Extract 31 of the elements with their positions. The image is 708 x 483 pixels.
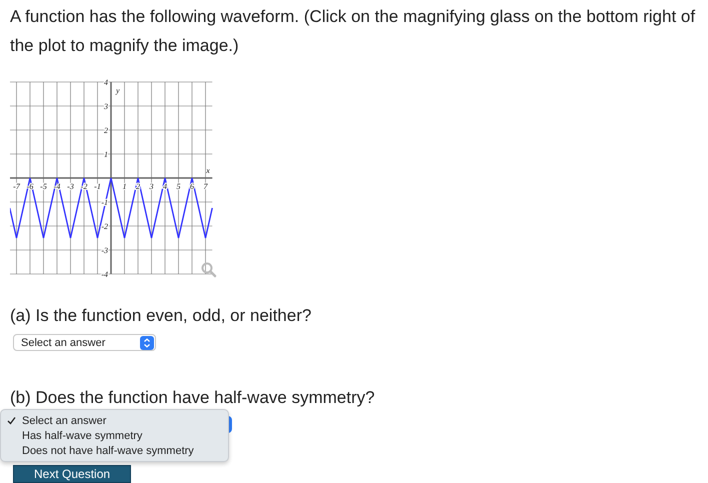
- question-text: A function has the following waveform. (Click on the magnifying glass on the bottom right of the plot to magnify the image.): [10, 6, 696, 57]
- question-label: (b) Does the function have half-wave symmetry?: [10, 388, 376, 408]
- x-tick-label: -3: [67, 182, 74, 191]
- x-tick-label: -6: [26, 182, 34, 191]
- next-question-button[interactable]: Next Question: [13, 465, 132, 483]
- x-tick-label: 1: [122, 182, 126, 191]
- x-tick-label: 6: [190, 182, 194, 191]
- y-tick-label: 1: [104, 150, 108, 159]
- y-tick-label: 2: [104, 126, 108, 135]
- x-tick-label: -1: [94, 182, 101, 191]
- y-tick-label: -2: [101, 222, 108, 231]
- dropdown-option[interactable]: Has half-wave symmetry: [1, 428, 228, 443]
- y-tick-label: -4: [101, 270, 108, 279]
- x-tick-label: -5: [40, 182, 47, 191]
- dropdown-option[interactable]: Does not have half-wave symmetry: [1, 443, 228, 458]
- answer-select[interactable]: Select an answer: [13, 334, 156, 351]
- x-tick-label: 2: [136, 182, 140, 191]
- y-axis-label: y: [116, 86, 120, 95]
- x-tick-label: 3: [150, 182, 154, 191]
- dropdown-option[interactable]: Select an answer: [1, 413, 228, 428]
- x-tick-label: -4: [54, 182, 60, 191]
- y-tick-label: 4: [104, 78, 108, 87]
- y-tick-label: 3: [104, 102, 108, 111]
- x-tick-label: 7: [204, 182, 208, 191]
- y-tick-label: -3: [101, 246, 108, 255]
- question-label: (a) Is the function even, odd, or neither?: [10, 306, 312, 326]
- x-axis-label: x: [206, 166, 210, 175]
- x-tick-label: 5: [176, 182, 180, 191]
- x-tick-label: 4: [163, 182, 167, 191]
- x-tick-label: -2: [80, 182, 88, 191]
- x-tick-label: -7: [13, 182, 20, 191]
